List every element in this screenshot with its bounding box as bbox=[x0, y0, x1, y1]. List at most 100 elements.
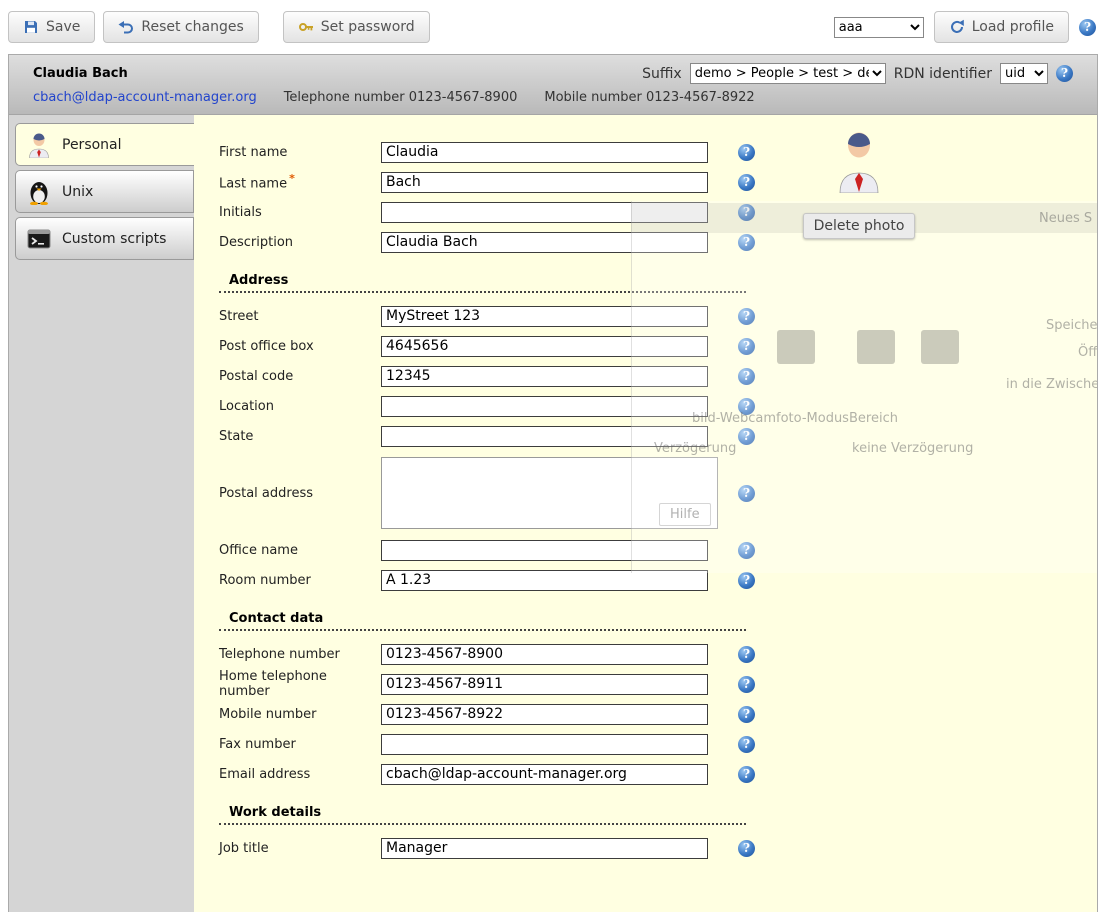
suffix-select[interactable]: demo > People > test > de bbox=[690, 63, 886, 84]
form-row: Street ? bbox=[219, 305, 1097, 327]
email-link[interactable]: cbach@ldap-account-manager.org bbox=[33, 90, 257, 105]
room-number-label: Room number bbox=[219, 573, 381, 588]
help-icon[interactable]: ? bbox=[738, 338, 755, 355]
telephone-number-input[interactable] bbox=[381, 644, 708, 665]
tab-custom-scripts[interactable]: Custom scripts bbox=[15, 217, 194, 260]
user-photo bbox=[834, 131, 884, 193]
form-row: Description ? bbox=[219, 231, 1097, 253]
help-icon[interactable]: ? bbox=[738, 428, 755, 445]
form-row: Room number ? bbox=[219, 569, 1097, 591]
help-icon[interactable]: ? bbox=[738, 144, 755, 161]
section-heading-work-details: Work details bbox=[219, 805, 746, 825]
email-address-input[interactable] bbox=[381, 764, 708, 785]
delete-photo-button[interactable]: Delete photo bbox=[803, 213, 916, 239]
section-heading-address: Address bbox=[219, 273, 746, 293]
section-heading-contact-data: Contact data bbox=[219, 611, 746, 631]
location-input[interactable] bbox=[381, 396, 708, 417]
help-icon[interactable]: ? bbox=[738, 706, 755, 723]
set-password-label: Set password bbox=[321, 19, 415, 35]
home-telephone-number-input[interactable] bbox=[381, 674, 708, 695]
window-body: Personal Unix bbox=[9, 115, 1097, 912]
help-icon[interactable]: ? bbox=[738, 234, 755, 251]
help-icon[interactable]: ? bbox=[738, 676, 755, 693]
job-title-label: Job title bbox=[219, 841, 381, 856]
help-icon[interactable]: ? bbox=[1056, 65, 1073, 82]
post-office-box-label: Post office box bbox=[219, 339, 381, 354]
tab-personal-label: Personal bbox=[62, 137, 122, 153]
initials-input[interactable] bbox=[381, 202, 708, 223]
help-icon[interactable]: ? bbox=[738, 736, 755, 753]
profile-select[interactable]: aaa bbox=[834, 17, 924, 38]
reset-changes-label: Reset changes bbox=[141, 19, 243, 35]
office-name-input[interactable] bbox=[381, 540, 708, 561]
reload-icon bbox=[949, 19, 965, 35]
save-icon bbox=[23, 19, 39, 35]
header-row-bottom: cbach@ldap-account-manager.org Telephone… bbox=[9, 87, 1097, 114]
email-address-label: Email address bbox=[219, 767, 381, 782]
main-content: Neues S Speichern Öffne in die Zwischena… bbox=[194, 115, 1097, 912]
toolbar: Save Reset changes Set password aaa Load… bbox=[0, 0, 1106, 54]
suffix-label: Suffix bbox=[642, 66, 682, 82]
help-icon[interactable]: ? bbox=[738, 572, 755, 589]
form-row: Fax number ? bbox=[219, 733, 1097, 755]
save-button[interactable]: Save bbox=[8, 11, 95, 43]
help-icon[interactable]: ? bbox=[738, 840, 755, 857]
reset-changes-button[interactable]: Reset changes bbox=[103, 11, 258, 43]
fax-number-input[interactable] bbox=[381, 734, 708, 755]
form-row: Telephone number ? bbox=[219, 643, 1097, 665]
tab-unix[interactable]: Unix bbox=[15, 170, 194, 213]
key-icon bbox=[298, 19, 314, 35]
first-name-input[interactable] bbox=[381, 142, 708, 163]
last-name-label: Last name* bbox=[219, 172, 381, 191]
help-icon[interactable]: ? bbox=[738, 485, 755, 502]
form-row: State ? bbox=[219, 425, 1097, 447]
set-password-button[interactable]: Set password bbox=[283, 11, 430, 43]
help-icon[interactable]: ? bbox=[738, 174, 755, 191]
form-row: First name ? bbox=[219, 141, 1097, 163]
state-label: State bbox=[219, 429, 381, 444]
save-label: Save bbox=[46, 19, 80, 35]
mobile-number-input[interactable] bbox=[381, 704, 708, 725]
description-label: Description bbox=[219, 235, 381, 250]
toolbar-right: aaa Load profile ? bbox=[834, 11, 1096, 43]
required-marker: * bbox=[289, 172, 295, 185]
fax-number-label: Fax number bbox=[219, 737, 381, 752]
telephone-number-label: Telephone number bbox=[219, 647, 381, 662]
mobile-number-label: Mobile number bbox=[219, 707, 381, 722]
help-icon[interactable]: ? bbox=[738, 542, 755, 559]
help-icon[interactable]: ? bbox=[738, 646, 755, 663]
form-row: Last name* ? bbox=[219, 171, 1097, 193]
post-office-box-input[interactable] bbox=[381, 336, 708, 357]
help-icon[interactable]: ? bbox=[738, 368, 755, 385]
user-photo-block: Delete photo bbox=[799, 131, 919, 239]
job-title-input[interactable] bbox=[381, 838, 708, 859]
description-input[interactable] bbox=[381, 232, 708, 253]
rdn-select[interactable]: uid bbox=[1000, 63, 1048, 84]
form-row: Mobile number ? bbox=[219, 703, 1097, 725]
form-row: Email address ? bbox=[219, 763, 1097, 785]
account-window: Claudia Bach Suffix demo > People > test… bbox=[8, 54, 1098, 912]
postal-address-textarea[interactable] bbox=[381, 457, 718, 529]
postal-code-label: Postal code bbox=[219, 369, 381, 384]
header-telephone: Telephone number 0123-4567-8900 bbox=[284, 90, 518, 105]
help-icon[interactable]: ? bbox=[738, 766, 755, 783]
postal-address-label: Postal address bbox=[219, 486, 381, 501]
help-icon[interactable]: ? bbox=[738, 398, 755, 415]
help-icon[interactable]: ? bbox=[1079, 19, 1096, 36]
last-name-input[interactable] bbox=[381, 172, 708, 193]
tux-icon bbox=[26, 179, 52, 205]
page-title: Claudia Bach bbox=[33, 66, 128, 81]
load-profile-label: Load profile bbox=[972, 19, 1054, 35]
room-number-input[interactable] bbox=[381, 570, 708, 591]
help-icon[interactable]: ? bbox=[738, 204, 755, 221]
tab-personal[interactable]: Personal bbox=[15, 123, 194, 166]
load-profile-button[interactable]: Load profile bbox=[934, 11, 1069, 43]
street-input[interactable] bbox=[381, 306, 708, 327]
state-input[interactable] bbox=[381, 426, 708, 447]
postal-code-input[interactable] bbox=[381, 366, 708, 387]
first-name-label: First name bbox=[219, 145, 381, 160]
help-icon[interactable]: ? bbox=[738, 308, 755, 325]
tab-custom-scripts-label: Custom scripts bbox=[62, 231, 166, 247]
office-name-label: Office name bbox=[219, 543, 381, 558]
tab-unix-label: Unix bbox=[62, 184, 93, 200]
